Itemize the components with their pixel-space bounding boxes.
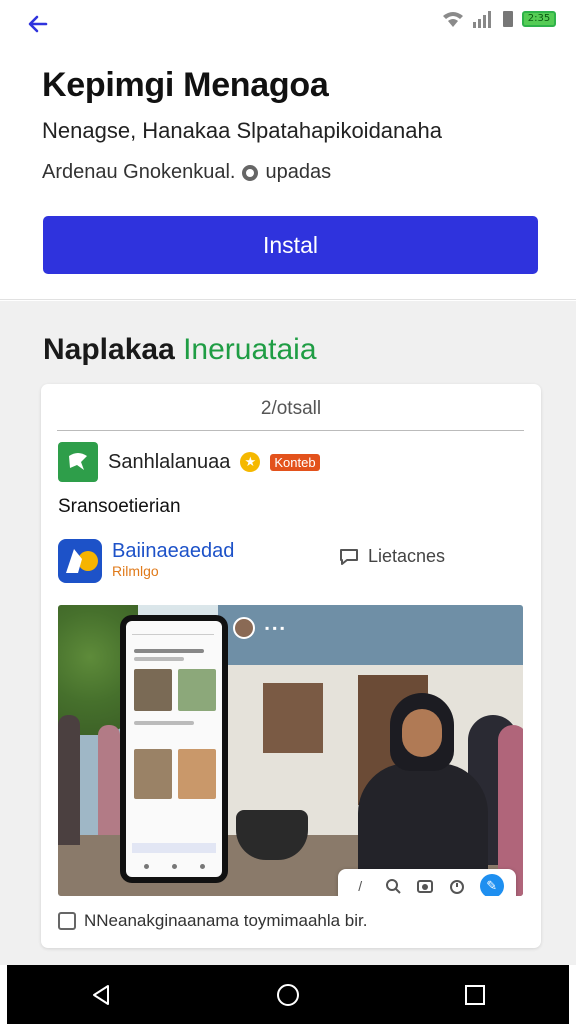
- timer-icon[interactable]: [447, 876, 467, 896]
- divider: [57, 430, 524, 431]
- arrow-left-icon: [28, 15, 48, 33]
- green-app-icon: [58, 442, 98, 482]
- heading-bold: Naplakaa: [43, 333, 175, 366]
- photo-caption: NNeanakginaanama toymimaahla bir.: [58, 911, 368, 931]
- search-icon[interactable]: [383, 876, 403, 896]
- system-navbar: [7, 965, 569, 1024]
- content-section: Naplakaa Ineruataia 2/otsall Sanhlalanua…: [0, 301, 576, 965]
- app-meta: Ardenau Gnokenkual. upadas: [42, 161, 331, 184]
- list-item-subtitle: Rilmlgo: [112, 563, 159, 579]
- status-icons: 2:35: [442, 10, 556, 28]
- chat-icon: [340, 548, 358, 565]
- caption-text: NNeanakginaanama toymimaahla bir.: [84, 911, 368, 930]
- feature-card: 2/otsall Sanhlalanuaa ★ Konteb Sransoeti…: [41, 384, 541, 948]
- list-item[interactable]: Baiinaeaedad Rilmlgo: [58, 539, 234, 583]
- app-subtitle: Nenagse, Hanakaa Slpatahapikoidanaha: [42, 118, 442, 143]
- back-button[interactable]: [22, 8, 54, 40]
- app-title: Kepimgi Menagoa: [42, 66, 329, 104]
- meta-text: Ardenau Gnokenkual.: [42, 161, 236, 183]
- signal-icon: [473, 11, 491, 28]
- photo-toolbar: / ✎: [338, 869, 516, 896]
- app-header: Kepimgi Menagoa Nenagse, Hanakaa Slpatah…: [0, 48, 576, 300]
- updates-link[interactable]: upadas: [265, 161, 331, 184]
- list-item-label: Sanhlalanuaa: [108, 450, 231, 473]
- install-button[interactable]: Instal: [43, 216, 538, 274]
- list-item[interactable]: Sanhlalanuaa ★ Konteb: [58, 442, 320, 482]
- recents-square-icon: [465, 984, 486, 1005]
- sim-icon: [503, 11, 513, 27]
- blue-app-icon: [58, 539, 102, 583]
- link-label: Lietacnes: [368, 546, 446, 566]
- avatar: [233, 617, 255, 639]
- back-triangle-icon: [92, 984, 109, 1005]
- home-circle-icon: [276, 983, 299, 1006]
- nav-home-button[interactable]: [268, 975, 308, 1015]
- status-bar: 2:35: [0, 0, 576, 48]
- star-icon: ★: [240, 452, 261, 472]
- battery-icon: 2:35: [522, 11, 556, 27]
- phone-mockup: [120, 615, 228, 883]
- section-heading: Naplakaa Ineruataia: [43, 333, 317, 367]
- pen-icon[interactable]: /: [350, 876, 370, 896]
- list-item-title: Baiinaeaedad: [112, 540, 235, 562]
- subsection-label: Sransoetierian: [58, 496, 181, 517]
- camera-icon[interactable]: [415, 876, 435, 896]
- nav-recents-button[interactable]: [455, 975, 495, 1015]
- clock-icon: [242, 164, 259, 181]
- edit-fab-icon[interactable]: ✎: [479, 874, 504, 896]
- card-tab[interactable]: 2/otsall: [41, 398, 541, 420]
- photo: ▪ ▪ ▪ / ✎: [58, 605, 523, 896]
- wifi-icon: [443, 12, 463, 27]
- image-icon: [58, 912, 76, 930]
- status-badge: Konteb: [270, 453, 320, 471]
- lietacnes-link[interactable]: Lietacnes: [338, 546, 445, 567]
- heading-accent: Ineruataia: [183, 333, 317, 366]
- more-icon: ▪ ▪ ▪: [265, 621, 285, 635]
- nav-back-button[interactable]: [81, 975, 121, 1015]
